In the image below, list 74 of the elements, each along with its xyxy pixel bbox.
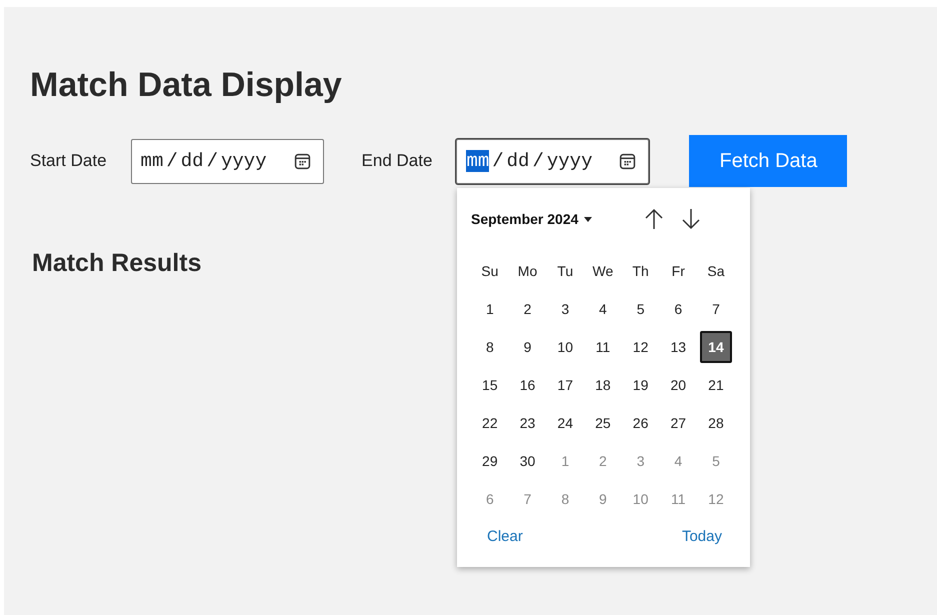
calendar-day[interactable]: 15 [474, 369, 506, 401]
calendar-day[interactable]: 3 [624, 445, 657, 477]
date-segment[interactable]: yyyy [546, 150, 592, 172]
month-selector[interactable]: September 2024 [471, 211, 592, 227]
date-separator: / [492, 150, 504, 172]
calendar-day[interactable]: 10 [549, 331, 582, 363]
calendar-day[interactable]: 4 [662, 445, 694, 477]
calendar-day[interactable]: 1 [474, 293, 506, 325]
calendar-day[interactable]: 18 [586, 369, 619, 401]
calendar-day[interactable]: 19 [624, 369, 657, 401]
calendar-icon[interactable] [294, 152, 311, 170]
calendar-day[interactable]: 5 [624, 293, 657, 325]
date-separator: / [166, 150, 178, 172]
date-segment[interactable]: mm [466, 150, 490, 172]
calendar-day[interactable]: 1 [549, 445, 582, 477]
calendar-day[interactable]: 22 [474, 407, 506, 439]
previous-month-button[interactable] [644, 208, 664, 230]
calendar-day[interactable]: 3 [549, 293, 582, 325]
calendar-day[interactable]: 25 [586, 407, 619, 439]
calendar-day[interactable]: 2 [512, 293, 544, 325]
today-link[interactable]: Today [682, 528, 722, 545]
calendar-day[interactable]: 7 [700, 293, 732, 325]
dropdown-caret-icon [584, 216, 592, 222]
weekday-label: We [592, 263, 614, 279]
calendar-day[interactable]: 24 [549, 407, 582, 439]
calendar-day[interactable]: 28 [700, 407, 732, 439]
date-field[interactable]: mm/dd/yyyy [130, 138, 324, 184]
calendar-day[interactable]: 4 [586, 293, 619, 325]
date-separator: / [206, 150, 218, 172]
calendar-day[interactable]: 27 [662, 407, 694, 439]
date-label: Start Date [30, 151, 107, 172]
calendar-day[interactable]: 10 [624, 483, 657, 515]
calendar-day[interactable]: 6 [662, 293, 694, 325]
section-heading: Match Results [32, 249, 202, 278]
clear-link[interactable]: Clear [487, 528, 523, 545]
calendar-day[interactable]: 23 [512, 407, 544, 439]
weekday-label: Mo [518, 263, 538, 279]
calendar-day[interactable]: 2 [586, 445, 619, 477]
page-title: Match Data Display [30, 65, 343, 106]
calendar-day[interactable]: 11 [586, 331, 619, 363]
calendar-day[interactable]: 16 [512, 369, 544, 401]
date-label: End Date [362, 151, 432, 172]
calendar-day[interactable]: 30 [512, 445, 544, 477]
date-field[interactable]: mm/dd/yyyy [456, 138, 650, 184]
date-segment[interactable]: yyyy [220, 150, 267, 172]
calendar-day[interactable]: 21 [700, 369, 732, 401]
calendar-day[interactable]: 12 [624, 331, 657, 363]
weekday-label: Su [481, 263, 498, 279]
calendar-day[interactable]: 14 [700, 331, 732, 363]
weekday-label: Th [632, 263, 649, 279]
calendar-day[interactable]: 8 [549, 483, 582, 515]
weekday-label: Fr [672, 263, 685, 279]
calendar-day[interactable]: 6 [474, 483, 506, 515]
calendar-day[interactable]: 20 [662, 369, 694, 401]
weekday-label: Sa [707, 263, 725, 279]
calendar-icon[interactable] [619, 152, 636, 170]
fetch-data-button[interactable]: Fetch Data [689, 135, 848, 188]
calendar-day[interactable]: 26 [624, 407, 657, 439]
calendar-day[interactable]: 7 [512, 483, 544, 515]
calendar-day[interactable]: 17 [549, 369, 582, 401]
weekday-label: Tu [557, 263, 574, 279]
calendar-day[interactable]: 29 [474, 445, 506, 477]
calendar-day[interactable]: 9 [512, 331, 544, 363]
date-segment[interactable]: dd [506, 150, 530, 172]
date-segment[interactable]: dd [180, 150, 204, 172]
calendar-day[interactable]: 5 [700, 445, 732, 477]
next-month-button[interactable] [681, 208, 702, 230]
date-segment[interactable]: mm [140, 150, 164, 172]
calendar-day[interactable]: 12 [700, 483, 732, 515]
date-separator: / [532, 150, 544, 172]
calendar-day[interactable]: 13 [662, 331, 694, 363]
calendar-day[interactable]: 8 [474, 331, 506, 363]
calendar-day[interactable]: 9 [586, 483, 619, 515]
calendar-day[interactable]: 11 [662, 483, 694, 515]
